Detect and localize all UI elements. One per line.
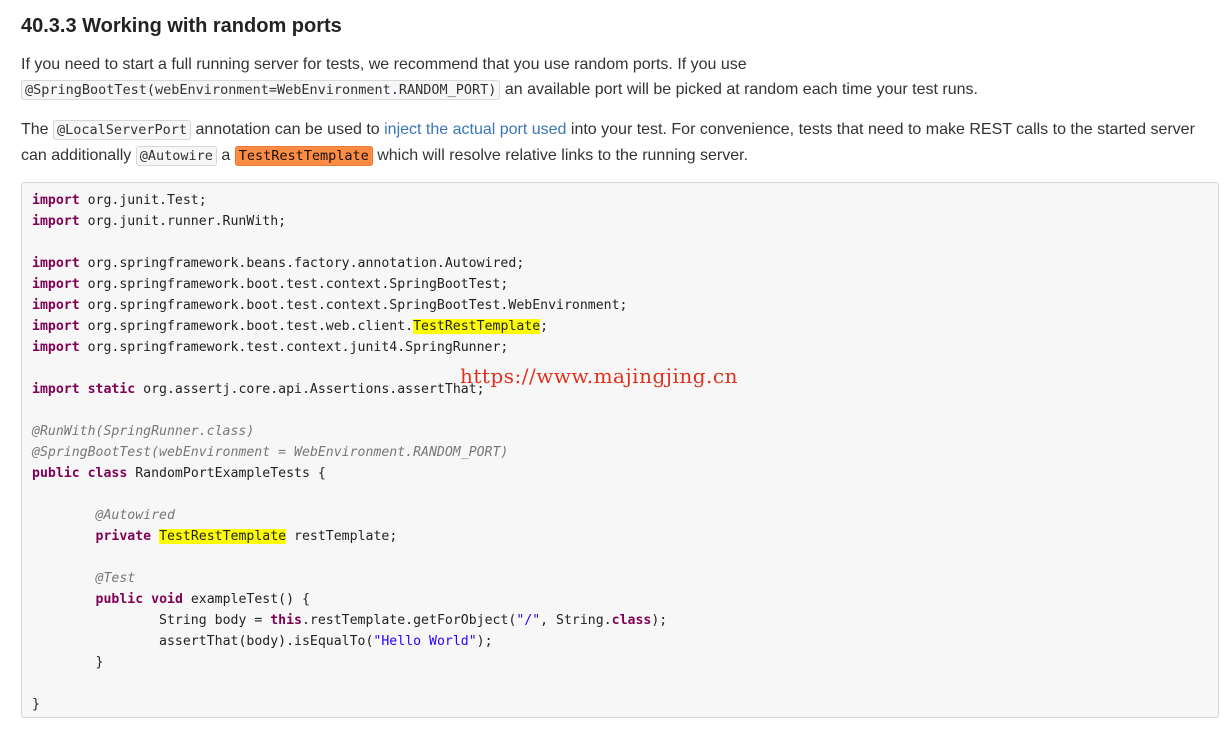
keyword: static [87, 382, 136, 397]
code-line: import org.springframework.boot.test.web… [32, 316, 667, 337]
code-line: public void exampleTest() { [32, 589, 667, 610]
code-text: ; [540, 319, 549, 334]
code-text: org.springframework.test.context.junit4.… [79, 340, 509, 355]
keyword: import [32, 298, 80, 313]
code-text: } [95, 655, 104, 670]
code-line: @Test [32, 568, 667, 589]
code-line: private TestRestTemplate restTemplate; [32, 526, 667, 547]
code-text: RandomPortExampleTests { [127, 466, 326, 481]
keyword: import [32, 193, 80, 208]
code-text: org.springframework.beans.factory.annota… [79, 256, 525, 271]
code-text: } [32, 697, 40, 712]
keyword: void [151, 592, 183, 607]
code-line: @SpringBootTest(webEnvironment = WebEnvi… [32, 442, 667, 463]
paragraph-random-ports: If you need to start a full running serv… [21, 52, 1221, 103]
section-heading: 40.3.3 Working with random ports [21, 15, 342, 37]
highlighted-text: TestRestTemplate [413, 319, 541, 334]
code-listing: import org.junit.Test; import org.junit.r… [32, 190, 667, 715]
code-line: import org.springframework.test.context.… [32, 337, 667, 358]
paragraph-text: annotation can be used to [191, 121, 385, 138]
keyword: private [95, 529, 152, 544]
code-line: String body = this.restTemplate.getForOb… [32, 610, 667, 631]
code-text: ); [476, 634, 493, 649]
keyword: import [32, 340, 80, 355]
paragraph-text: If you need to start a full running serv… [21, 56, 747, 73]
keyword: public [32, 466, 80, 481]
code-text: org.junit.runner.RunWith; [79, 214, 287, 229]
code-line: } [32, 652, 667, 673]
code-text: org.springframework.boot.test.web.client… [79, 319, 414, 334]
code-line: @Autowired [32, 505, 667, 526]
keyword: import [32, 319, 80, 334]
code-line: import org.junit.Test; [32, 190, 667, 211]
paragraph-text: which will resolve relative links to the… [372, 147, 749, 164]
code-line: import static org.assertj.core.api.Asser… [32, 379, 667, 400]
keyword: class [611, 613, 652, 628]
paragraph-local-server-port: The @LocalServerPort annotation can be u… [21, 117, 1221, 169]
string-literal: "/" [516, 613, 541, 628]
string-literal: "Hello World" [373, 634, 477, 649]
paragraph-text: a [216, 147, 235, 164]
annotation: @SpringBootTest(webEnvironment = WebEnvi… [32, 445, 509, 460]
code-line: @RunWith(SpringRunner.class) [32, 421, 667, 442]
annotation: @RunWith(SpringRunner.class) [32, 424, 255, 439]
inline-code-localserverport: @LocalServerPort [53, 120, 192, 140]
code-text: org.assertj.core.api.Assertions.assertTh… [135, 382, 485, 397]
code-text: ); [651, 613, 668, 628]
keyword: import [32, 214, 80, 229]
inline-code-testresttemplate: TestRestTemplate [234, 146, 373, 166]
inject-port-link[interactable]: inject the actual port used [384, 121, 566, 138]
code-line: import org.springframework.beans.factory… [32, 253, 667, 274]
code-text: org.springframework.boot.test.context.Sp… [79, 277, 509, 292]
keyword: import [32, 277, 80, 292]
inline-code-springboottest: @SpringBootTest(webEnvironment=WebEnviro… [21, 80, 501, 100]
inline-code-autowire: @Autowire [135, 146, 217, 166]
keyword: public [95, 592, 144, 607]
code-text: exampleTest() { [182, 592, 310, 607]
code-line: } [32, 694, 667, 715]
code-text: String body = [159, 613, 271, 628]
code-text: .restTemplate.getForObject( [301, 613, 517, 628]
code-line: import org.junit.runner.RunWith; [32, 211, 667, 232]
code-text: assertThat(body).isEqualTo( [159, 634, 374, 649]
code-line: assertThat(body).isEqualTo("Hello World"… [32, 631, 667, 652]
code-block: import org.junit.Test; import org.junit.r… [21, 182, 1219, 718]
code-text: restTemplate; [286, 529, 398, 544]
code-text: , String. [540, 613, 612, 628]
paragraph-text: an available port will be picked at rand… [500, 81, 978, 98]
keyword: import [32, 256, 80, 271]
annotation: @Test [95, 571, 136, 586]
code-line: import org.springframework.boot.test.con… [32, 295, 667, 316]
keyword: this [270, 613, 302, 628]
code-text: org.junit.Test; [79, 193, 207, 208]
code-line: import org.springframework.boot.test.con… [32, 274, 667, 295]
keyword: import [32, 382, 80, 397]
paragraph-text: The [21, 121, 54, 138]
annotation: @Autowired [95, 508, 175, 523]
code-text: org.springframework.boot.test.context.Sp… [79, 298, 628, 313]
code-line: public class RandomPortExampleTests { [32, 463, 667, 484]
keyword: class [87, 466, 128, 481]
highlighted-text: TestRestTemplate [159, 529, 287, 544]
